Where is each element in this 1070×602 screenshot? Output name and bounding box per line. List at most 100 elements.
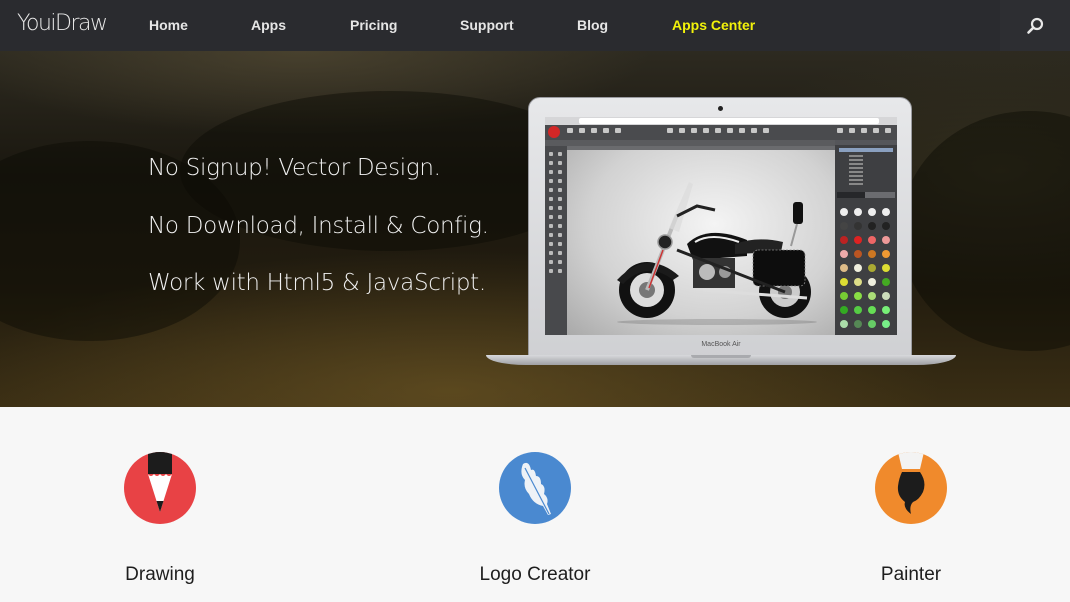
tagline-1: No Signup! Vector Design.: [148, 155, 441, 181]
laptop-mockup: MacBook Air: [528, 97, 912, 359]
color-swatch: [882, 320, 890, 328]
toolbar-icon: [691, 128, 697, 133]
color-swatch: [882, 222, 890, 230]
tool-icon: [549, 188, 553, 192]
toolbar-icon: [667, 128, 673, 133]
top-navbar: YouiDraw Home Apps Pricing Support Blog …: [0, 0, 1070, 51]
device-label: MacBook Air: [701, 341, 741, 348]
app-screenshot: [545, 117, 897, 335]
layer-row: [849, 155, 863, 157]
tool-icon: [549, 224, 553, 228]
layer-row: [849, 175, 863, 177]
drawing-canvas: [567, 150, 835, 335]
color-swatch: [840, 278, 848, 286]
color-swatch: [854, 250, 862, 258]
color-swatch: [854, 264, 862, 272]
toolbar-icon: [567, 128, 573, 133]
color-swatch: [854, 320, 862, 328]
tool-icon: [558, 152, 562, 156]
library-tab: [865, 192, 895, 198]
tool-icon: [549, 206, 553, 210]
color-swatch: [868, 264, 876, 272]
tool-icon: [558, 215, 562, 219]
camera-dot: [718, 106, 723, 111]
color-swatch: [854, 306, 862, 314]
toolbar-icon: [703, 128, 709, 133]
app-card-drawing[interactable]: Drawing: [60, 407, 260, 602]
toolbar-icon: [861, 128, 867, 133]
tool-icon: [558, 260, 562, 264]
color-swatch: [868, 208, 876, 216]
color-swatch: [854, 292, 862, 300]
logo[interactable]: YouiDraw: [17, 11, 108, 36]
app-card-logo-creator[interactable]: Logo Creator: [435, 407, 635, 602]
layer-row: [849, 163, 863, 165]
color-swatch: [882, 292, 890, 300]
toolbar-icon: [603, 128, 609, 133]
color-swatch: [840, 208, 848, 216]
toolbar-icon: [849, 128, 855, 133]
nav-blog[interactable]: Blog: [577, 17, 608, 33]
color-swatch: [840, 292, 848, 300]
tool-icon: [558, 161, 562, 165]
color-swatch: [882, 208, 890, 216]
color-swatch: [854, 222, 862, 230]
feather-icon: [499, 452, 571, 524]
toolbar-icon: [885, 128, 891, 133]
tool-icon: [558, 251, 562, 255]
tool-icon: [558, 206, 562, 210]
paintbrush-icon: [875, 452, 947, 524]
url-bar: [579, 118, 879, 124]
color-swatch: [840, 236, 848, 244]
color-swatch: [868, 320, 876, 328]
tool-icon: [549, 170, 553, 174]
color-swatch: [868, 278, 876, 286]
app-card-painter[interactable]: Painter: [811, 407, 1011, 602]
layers-panel: [835, 140, 897, 335]
color-swatch: [840, 306, 848, 314]
toolbar-icon: [679, 128, 685, 133]
tool-icon: [558, 233, 562, 237]
layer-row: [849, 167, 863, 169]
toolbar-icon: [579, 128, 585, 133]
layer-row: [849, 179, 863, 181]
tagline-2: No Download, Install & Config.: [148, 213, 489, 239]
color-swatch: [868, 292, 876, 300]
color-swatch: [840, 222, 848, 230]
background-forest: [900, 111, 1070, 351]
color-swatch: [854, 236, 862, 244]
color-swatch: [854, 278, 862, 286]
color-swatch: [868, 306, 876, 314]
tool-icon: [558, 242, 562, 246]
toolbar-icon: [727, 128, 733, 133]
color-swatch: [868, 222, 876, 230]
color-swatch: [882, 278, 890, 286]
nav-support[interactable]: Support: [460, 17, 514, 33]
app-logo-icon: [548, 126, 560, 138]
tool-palette: [545, 146, 567, 335]
search-button[interactable]: [1000, 0, 1070, 51]
tool-icon: [558, 179, 562, 183]
nav-apps-center[interactable]: Apps Center: [672, 17, 755, 33]
laptop-lid: MacBook Air: [528, 97, 912, 359]
apps-section: Drawing Logo Creator Painter: [0, 407, 1070, 602]
search-icon: [1027, 17, 1044, 34]
app-label-logo-creator: Logo Creator: [479, 564, 591, 585]
nav-home[interactable]: Home: [149, 17, 188, 33]
motorcycle-illustration: [617, 182, 817, 325]
tool-icon: [549, 260, 553, 264]
tool-icon: [549, 197, 553, 201]
browser-bar: [545, 117, 897, 125]
tool-icon: [558, 170, 562, 174]
color-swatch: [882, 250, 890, 258]
nav-pricing[interactable]: Pricing: [350, 17, 397, 33]
tool-icon: [558, 269, 562, 273]
tagline-3: Work with Html5 & JavaScript.: [148, 270, 486, 296]
nav-apps[interactable]: Apps: [251, 17, 286, 33]
pencil-icon: [124, 452, 196, 524]
color-swatch: [882, 236, 890, 244]
layer-row: [849, 183, 863, 185]
tool-icon: [549, 161, 553, 165]
laptop-base: [486, 355, 956, 365]
toolbar-icon: [837, 128, 843, 133]
